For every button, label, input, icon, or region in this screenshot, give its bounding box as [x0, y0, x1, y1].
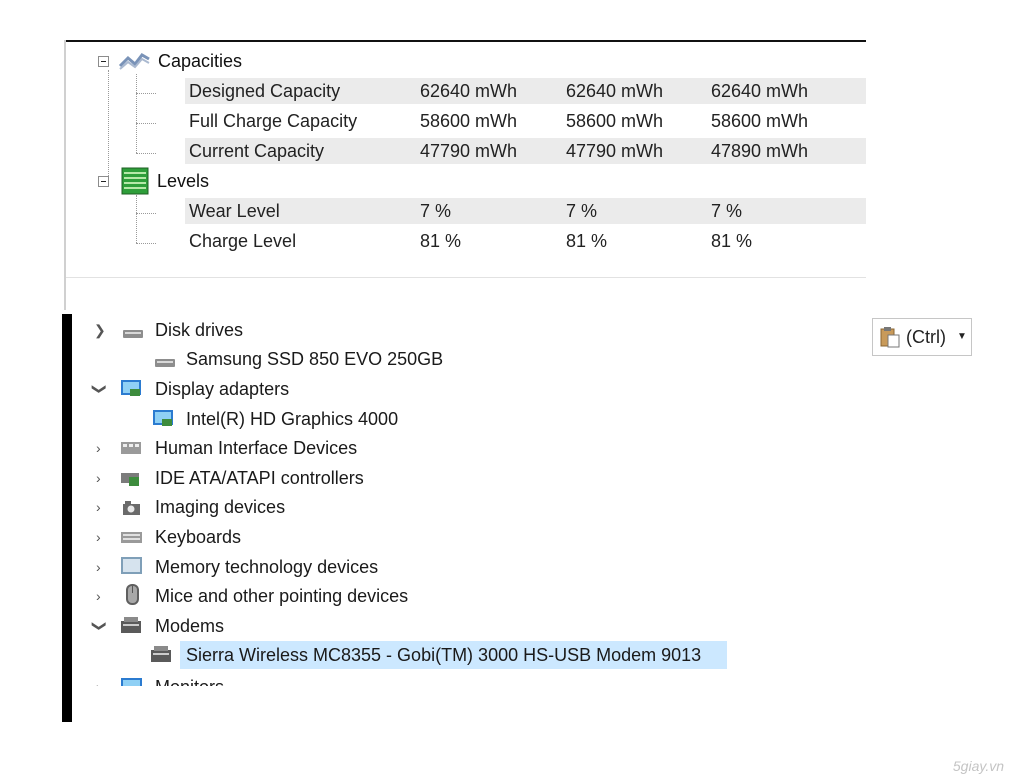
sensor-value: 58600 mWh — [711, 111, 809, 131]
tree-category-mice[interactable]: › Mice and other pointing devices — [72, 582, 872, 610]
chevron-right-icon[interactable]: › — [96, 553, 101, 581]
sensor-value: 62640 mWh — [420, 81, 518, 101]
chevron-right-icon[interactable]: › — [96, 582, 101, 610]
panel-left-border — [64, 40, 66, 310]
sensor-value: 81 % — [566, 231, 608, 251]
tree-category-monitors[interactable]: › Monitors — [72, 673, 872, 686]
hid-icon — [121, 442, 141, 454]
chevron-right-icon[interactable]: › — [96, 493, 101, 521]
collapse-levels-button[interactable] — [98, 176, 109, 187]
memory-icon — [121, 557, 142, 574]
chevron-down-icon[interactable]: ❯ — [86, 383, 114, 395]
sensor-value: 62640 mWh — [566, 81, 664, 101]
tree-category-label: Disk drives — [155, 320, 244, 340]
clipboard-icon — [880, 327, 900, 348]
device-tree: ❯ Disk drives Samsung SSD 850 EVO 250GB … — [72, 314, 872, 686]
camera-icon — [123, 501, 140, 515]
tree-category-imaging[interactable]: › Imaging devices — [72, 493, 872, 521]
tree-category-label: Memory technology devices — [155, 557, 379, 577]
tree-category-display-adapters[interactable]: ❯ Display adapters — [72, 375, 872, 403]
tree-category-label: IDE ATA/ATAPI controllers — [155, 468, 364, 488]
group-capacities-label: Capacities — [158, 51, 243, 71]
sensor-value: 62640 mWh — [711, 81, 809, 101]
sensor-name: Wear Level — [189, 201, 280, 221]
tree-device-label: Intel(R) HD Graphics 4000 — [186, 409, 399, 429]
tree-device-intel-hd-graphics[interactable]: Intel(R) HD Graphics 4000 — [72, 405, 872, 433]
tree-device-samsung-ssd[interactable]: Samsung SSD 850 EVO 250GB — [72, 345, 872, 373]
tree-category-label: Keyboards — [155, 527, 242, 547]
panel-top-border — [66, 40, 866, 42]
tree-guide — [108, 70, 109, 182]
tree-guide — [136, 74, 137, 153]
disk-drive-icon — [123, 330, 143, 338]
tree-category-memory-technology[interactable]: › Memory technology devices — [72, 553, 872, 581]
tree-guide — [136, 195, 137, 243]
tree-guide — [136, 243, 156, 244]
tree-guide — [136, 213, 156, 214]
tree-device-sierra-wireless-modem[interactable]: Sierra Wireless MC8355 - Gobi(TM) 3000 H… — [72, 641, 872, 669]
keyboard-icon — [121, 532, 142, 543]
tree-category-label: Modems — [155, 616, 225, 636]
sensor-value: 81 % — [711, 231, 753, 251]
tree-guide — [136, 93, 156, 94]
tree-category-label: Mice and other pointing devices — [155, 586, 409, 606]
tree-category-label: Display adapters — [155, 379, 290, 399]
paste-options-button[interactable]: (Ctrl) ▼ — [872, 318, 972, 356]
sensor-name: Charge Level — [189, 231, 297, 251]
chevron-right-icon[interactable]: › — [96, 434, 101, 462]
sensor-value: 7 % — [420, 201, 452, 221]
modem-icon — [121, 617, 141, 633]
sensor-value: 7 % — [711, 201, 743, 221]
display-adapter-icon — [121, 380, 141, 396]
disk-drive-icon — [155, 359, 175, 367]
ide-controller-icon — [121, 473, 139, 486]
chevron-right-icon[interactable]: › — [96, 464, 101, 492]
display-adapter-icon — [153, 410, 173, 426]
sensor-value: 81 % — [420, 231, 462, 251]
tree-category-label: Monitors — [155, 673, 224, 686]
sensor-value: 7 % — [566, 201, 598, 221]
monitor-icon — [121, 678, 142, 686]
tree-category-ide-controllers[interactable]: › IDE ATA/ATAPI controllers — [72, 464, 872, 492]
watermark: 5giay.vn — [952, 758, 1004, 774]
dropdown-arrow-icon: ▼ — [957, 331, 967, 342]
tree-guide — [136, 123, 156, 124]
tree-category-label: Imaging devices — [155, 497, 286, 517]
sensor-name: Designed Capacity — [189, 81, 341, 101]
screenshot-left-edge — [62, 314, 72, 722]
tree-guide — [136, 153, 156, 154]
chevron-down-icon[interactable]: ❯ — [86, 620, 114, 632]
tree-category-modems[interactable]: ❯ Modems — [72, 612, 872, 640]
mouse-icon — [126, 584, 139, 605]
sensor-value: 58600 mWh — [566, 111, 664, 131]
tree-device-label: Samsung SSD 850 EVO 250GB — [186, 349, 444, 369]
level-bars-icon — [121, 167, 149, 195]
sensor-value: 47790 mWh — [420, 141, 518, 161]
chevron-down-icon[interactable]: ❯ — [94, 316, 106, 344]
panel-bottom-line — [66, 277, 866, 278]
collapse-capacities-button[interactable] — [98, 56, 109, 67]
modem-icon — [151, 646, 171, 662]
sensor-value: 47790 mWh — [566, 141, 664, 161]
tree-device-label: Sierra Wireless MC8355 - Gobi(TM) 3000 H… — [186, 645, 702, 665]
tree-category-keyboards[interactable]: › Keyboards — [72, 523, 872, 551]
group-levels-label: Levels — [157, 171, 210, 191]
tree-category-label: Human Interface Devices — [155, 438, 358, 458]
row-band — [185, 198, 866, 224]
sensor-name: Current Capacity — [189, 141, 325, 161]
sensor-name: Full Charge Capacity — [189, 111, 358, 131]
sensor-value: 47890 mWh — [711, 141, 809, 161]
chevron-right-icon[interactable]: › — [96, 673, 101, 686]
tree-category-disk-drives[interactable]: ❯ Disk drives — [72, 316, 872, 344]
paste-options-label: (Ctrl) — [906, 327, 946, 347]
tree-category-hid[interactable]: › Human Interface Devices — [72, 434, 872, 462]
chevron-right-icon[interactable]: › — [96, 523, 101, 551]
capacity-graph-icon — [118, 53, 150, 70]
sensor-value: 58600 mWh — [420, 111, 518, 131]
